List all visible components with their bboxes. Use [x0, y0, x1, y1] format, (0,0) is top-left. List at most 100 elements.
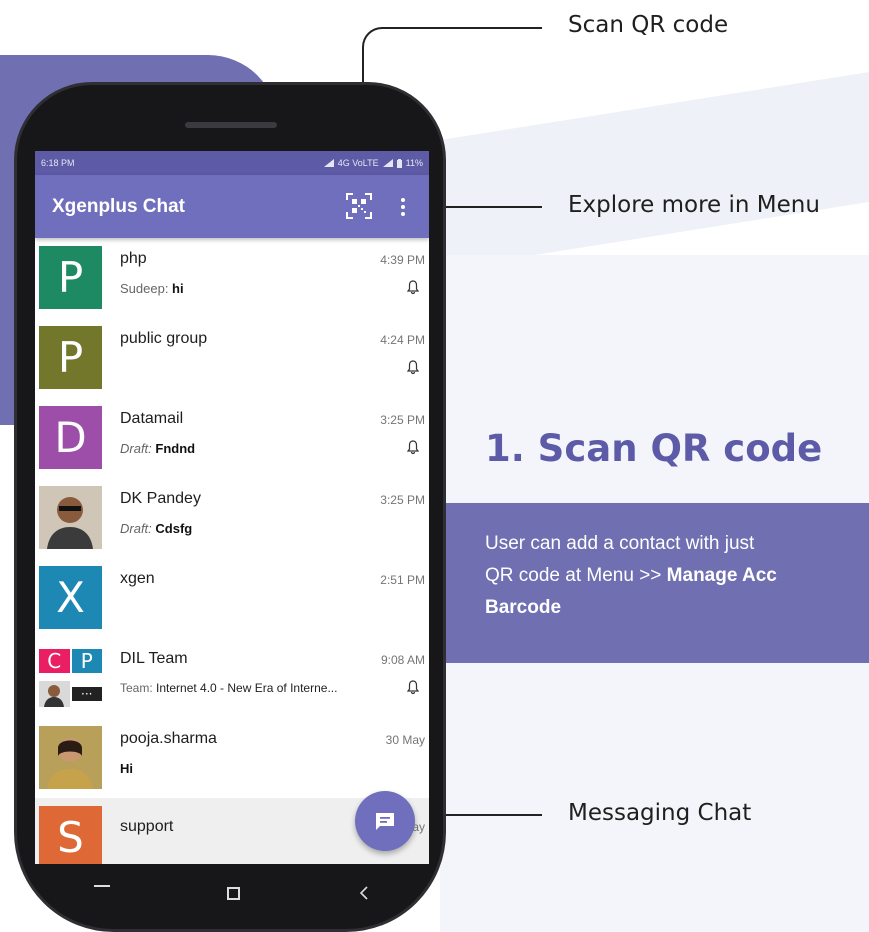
menu-dot-icon [401, 198, 405, 202]
app-bar: Xgenplus Chat [35, 175, 429, 238]
chat-name: DK Pandey [120, 490, 201, 507]
chat-preview: Draft: Cdsfg [120, 521, 192, 536]
status-indicators: 4G VoLTE 11% [323, 158, 423, 168]
chat-time: 3:25 PM [380, 413, 425, 427]
group-tile-c: C [39, 649, 70, 674]
chat-time: 9:08 AM [380, 653, 425, 667]
signal-icon-2 [382, 159, 393, 167]
feature-desc-line-2-text: QR code at Menu >> [485, 565, 667, 586]
chat-row-dk-pandey[interactable]: DK Pandey 3:25 PM Draft: Cdsfg [35, 478, 429, 558]
status-time: 6:18 PM [41, 158, 75, 168]
chat-list: P php 4:39 PM Sudeep: hi P public group … [35, 238, 429, 864]
qr-code-icon [346, 193, 372, 219]
battery-icon [396, 158, 402, 168]
person-photo-icon [44, 684, 65, 707]
avatar: S [39, 806, 102, 864]
callout-scan-qr: Scan QR code [568, 12, 729, 38]
chat-preview: Sudeep: hi [120, 281, 184, 296]
android-nav-bar [35, 864, 429, 922]
chat-name: pooja.sharma [120, 730, 217, 747]
avatar: X [39, 566, 102, 629]
avatar-letter: S [57, 813, 84, 862]
chat-name: xgen [120, 570, 155, 587]
status-bar: 6:18 PM 4G VoLTE 11% [35, 151, 429, 175]
chat-preview: Draft: Fndnd [120, 441, 195, 456]
chat-name: support [120, 818, 174, 835]
avatar-photo [39, 486, 102, 549]
menu-dot-icon [401, 212, 405, 216]
chat-row-xgen[interactable]: X xgen 2:51 PM [35, 558, 429, 638]
new-message-fab[interactable] [355, 791, 415, 851]
recent-apps-button[interactable] [93, 885, 110, 887]
feature-desc-line-3: Barcode [485, 592, 869, 624]
feature-headline: 1. Scan QR code [485, 427, 823, 470]
signal-icon [323, 159, 334, 167]
group-tile-photo [39, 680, 70, 707]
chat-name: Datamail [120, 410, 184, 427]
group-tile-more: ··· [71, 686, 102, 701]
qr-scan-button[interactable] [345, 192, 373, 220]
avatar-letter: D [54, 413, 87, 462]
overflow-menu-button[interactable] [397, 195, 409, 219]
chat-name: DIL Team [120, 650, 188, 667]
phone-device: 6:18 PM 4G VoLTE 11% Xgenplus Chat P php… [14, 82, 446, 932]
chat-preview-message: Internet 4.0 - New Era of Interne... [156, 681, 338, 695]
feature-desc-line-2-bold: Manage Acc [666, 565, 777, 586]
chat-time: 30 May [385, 733, 425, 747]
avatar-letter: P [57, 253, 84, 302]
chat-preview-prefix: Draft: [120, 521, 156, 536]
chat-name: php [120, 250, 147, 267]
chat-preview-message: Cdsfg [155, 521, 193, 536]
chat-preview: Hi [120, 761, 133, 776]
status-network: 4G VoLTE [337, 158, 379, 168]
avatar: P [39, 326, 102, 389]
callout-menu: Explore more in Menu [568, 192, 820, 218]
chat-time: 3:25 PM [380, 493, 425, 507]
chat-preview-prefix: Draft: [120, 441, 156, 456]
chat-time: 4:39 PM [380, 253, 425, 267]
chat-bubble-icon [376, 813, 394, 830]
chat-preview-message: hi [172, 281, 184, 296]
phone-speaker [185, 122, 277, 128]
avatar: D [39, 406, 102, 469]
avatar-letter: P [57, 333, 84, 382]
muted-bell-icon [407, 680, 419, 694]
avatar: P [39, 246, 102, 309]
menu-dot-icon [401, 205, 405, 209]
avatar-photo [39, 726, 102, 789]
background-shape [440, 72, 869, 271]
chat-row-pooja-sharma[interactable]: pooja.sharma 30 May Hi [35, 718, 429, 798]
person-photo-icon [39, 726, 102, 789]
chat-preview-prefix: Sudeep: [120, 281, 173, 296]
chat-preview-message: Hi [120, 761, 133, 776]
avatar-letter: X [56, 573, 85, 622]
status-battery: 11% [405, 158, 423, 168]
chat-row-public-group[interactable]: P public group 4:24 PM [35, 318, 429, 398]
callout-line-scan-curve [362, 27, 386, 51]
phone-screen: 6:18 PM 4G VoLTE 11% Xgenplus Chat P php… [35, 151, 429, 864]
chat-preview-prefix: Team: [120, 681, 157, 695]
muted-bell-icon [407, 360, 419, 374]
person-photo-icon [39, 486, 102, 549]
back-icon[interactable] [358, 886, 370, 900]
app-title: Xgenplus Chat [52, 195, 186, 217]
home-button[interactable] [227, 886, 241, 900]
chat-row-dil-team[interactable]: C P ··· DIL Team 9:08 AM Team: Internet … [35, 638, 429, 718]
chat-preview: Team: Internet 4.0 - New Era of Interne.… [120, 681, 337, 695]
avatar-group-grid: C P ··· [39, 646, 102, 709]
callout-line-scan [384, 27, 542, 29]
chat-preview-message: Fndnd [155, 441, 196, 456]
group-tile-p: P [71, 649, 102, 674]
feature-desc-line-3-bold: Barcode [485, 597, 562, 618]
muted-bell-icon [407, 440, 419, 454]
feature-description: User can add a contact with just QR code… [445, 503, 869, 663]
chat-row-datamail[interactable]: D Datamail 3:25 PM Draft: Fndnd [35, 398, 429, 478]
chat-time: 4:24 PM [380, 333, 425, 347]
feature-desc-line-2: QR code at Menu >> Manage Acc [485, 560, 869, 592]
chat-name: public group [120, 330, 208, 347]
muted-bell-icon [407, 280, 419, 294]
chat-row-php[interactable]: P php 4:39 PM Sudeep: hi [35, 238, 429, 318]
chat-time: 2:51 PM [380, 573, 425, 587]
feature-desc-line-1: User can add a contact with just [485, 533, 755, 554]
callout-messaging: Messaging Chat [568, 800, 752, 826]
